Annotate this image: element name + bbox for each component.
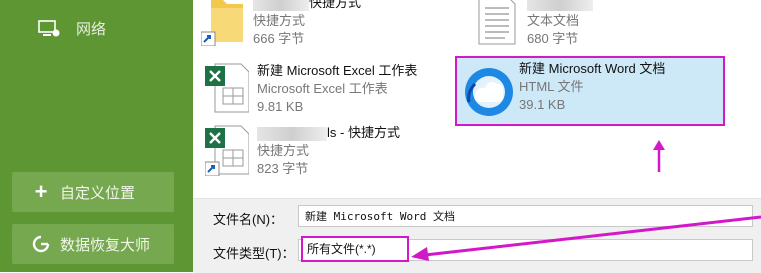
excel-shortcut-icon [205, 125, 249, 176]
plus-icon: + [34, 179, 48, 204]
file-size: 823 字节 [257, 161, 309, 176]
file-type: Microsoft Excel 工作表 [257, 81, 388, 96]
file-item[interactable]: ls - 快捷方式 快捷方式 823 字节 [205, 124, 455, 182]
custom-location-label: 自定义位置 [60, 184, 136, 202]
sidebar-item-network[interactable]: 网络 [38, 18, 106, 39]
filename-label: 文件名(N)： [213, 212, 284, 227]
annotation-arrow-up-icon [653, 140, 665, 172]
folder-shortcut-icon [201, 0, 243, 46]
file-size: 680 字节 [527, 31, 579, 46]
file-type: 快捷方式 [253, 13, 306, 28]
network-icon [38, 19, 60, 36]
file-item-selected[interactable]: 新建 Microsoft Word 文档 HTML 文件 39.1 KB [455, 56, 725, 126]
excel-icon [205, 63, 249, 113]
recovery-icon [32, 235, 50, 253]
edge-browser-icon [465, 68, 513, 116]
file-name: 新建 Microsoft Word 文档 [519, 61, 666, 76]
file-type: 快捷方式 [257, 143, 310, 158]
file-item[interactable]: 快捷方式 快捷方式 666 字节 [201, 0, 431, 52]
custom-location-button[interactable]: + 自定义位置 [12, 172, 174, 212]
file-size: 666 字节 [253, 31, 305, 46]
file-name: 新建 Microsoft Excel 工作表 [257, 63, 418, 78]
text-document-icon [478, 0, 516, 45]
filetype-label: 文件类型(T)： [213, 246, 295, 261]
file-size: 39.1 KB [519, 97, 566, 112]
file-type: 文本文档 [527, 13, 580, 28]
file-name: ls - 快捷方式 [327, 125, 400, 140]
sidebar-item-label: 网络 [76, 21, 107, 38]
data-recovery-label: 数据恢复大师 [60, 236, 151, 254]
file-name: 快捷方式 [309, 0, 362, 10]
sidebar: 网络 + 自定义位置 数据恢复大师 [0, 0, 193, 272]
filetype-value[interactable]: 所有文件(*.*) [301, 236, 409, 262]
save-dialog-fields: 文件名(N)： 新建 Microsoft Word 文档 文件类型(T)： 所有… [193, 198, 761, 273]
file-size: 9.81 KB [257, 99, 304, 114]
file-item[interactable]: 文本文档 680 字节 [475, 0, 705, 52]
file-item[interactable]: 新建 Microsoft Excel 工作表 Microsoft Excel 工… [205, 62, 455, 120]
file-type: HTML 文件 [519, 79, 584, 94]
data-recovery-button[interactable]: 数据恢复大师 [12, 224, 174, 264]
annotation-arrow-left-icon [411, 215, 761, 261]
